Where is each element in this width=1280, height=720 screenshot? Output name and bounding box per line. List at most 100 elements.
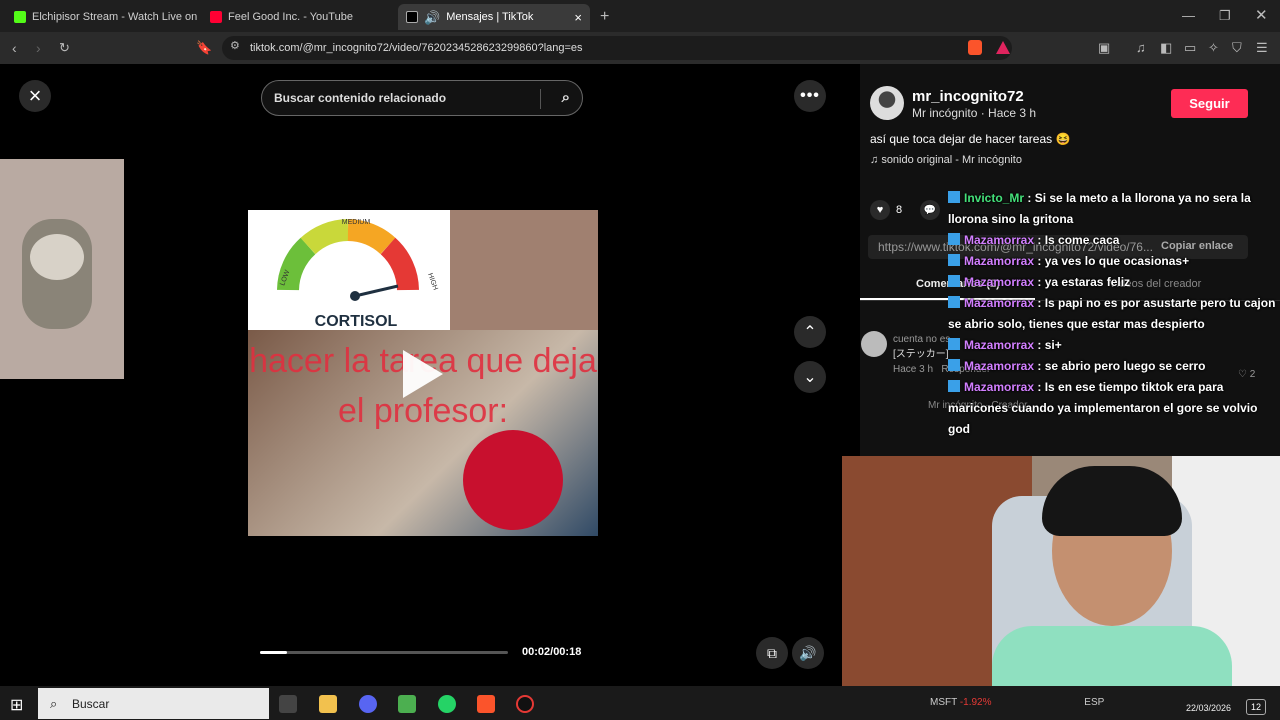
back-icon[interactable]: ‹ xyxy=(12,41,17,55)
address-bar[interactable]: ⚙ tiktok.com/@mr_incognito72/video/76202… xyxy=(222,36,1012,60)
bookmark-icon[interactable]: 🔖 xyxy=(196,41,212,54)
kick-favicon-icon xyxy=(14,11,26,23)
chat-message: Mazamorrax : ya ves lo que ocasionas+ xyxy=(948,251,1280,272)
chat-user: Mazamorrax xyxy=(964,359,1035,373)
commenter-avatar[interactable] xyxy=(861,331,887,357)
tiktok-favicon-icon xyxy=(406,11,418,23)
url-text: tiktok.com/@mr_incognito72/video/7620234… xyxy=(250,42,583,54)
music-note-icon: ♫ xyxy=(870,154,882,166)
chat-badge-icon xyxy=(948,191,960,203)
cortisol-gauge-image: CORTISOL MEDIUM LOW HIGH xyxy=(248,210,450,330)
like-count: 8 xyxy=(896,204,903,216)
mm-character xyxy=(463,430,563,530)
chat-user: Mazamorrax xyxy=(964,254,1035,268)
search-placeholder: Buscar contenido relacionado xyxy=(274,91,447,105)
progress-bar[interactable] xyxy=(260,651,508,654)
chat-badge-icon xyxy=(948,296,960,308)
media-icon[interactable]: ♫ xyxy=(1136,41,1146,54)
webcam-hair xyxy=(1042,466,1182,536)
wallet-icon[interactable]: ▭ xyxy=(1184,41,1196,54)
stock-change: -1.92% xyxy=(959,697,992,708)
chat-message: Mazamorrax : se abrio pero luego se cerr… xyxy=(948,356,1280,377)
obs-icon[interactable] xyxy=(516,695,534,713)
tab-tiktok[interactable]: 🔊 Mensajes | TikTok × xyxy=(398,4,590,30)
chat-user: Mazamorrax xyxy=(964,296,1035,310)
close-tab-icon[interactable]: × xyxy=(574,10,582,25)
close-window-button[interactable]: ✕ xyxy=(1255,8,1268,23)
chat-message: Mazamorrax : ya estaras feliz xyxy=(948,272,1280,293)
site-info-icon[interactable]: ⚙ xyxy=(230,41,240,52)
related-search-input[interactable]: Buscar contenido relacionado ⌕ xyxy=(261,80,583,116)
chat-user: Invicto_Mr xyxy=(964,191,1025,205)
chat-user: Mazamorrax xyxy=(964,233,1035,247)
vpn-icon[interactable]: ⛉ xyxy=(1232,41,1242,54)
chat-text: : ya estaras feliz xyxy=(1037,275,1131,289)
tab-label: Feel Good Inc. - YouTube xyxy=(228,11,353,23)
whatsapp-icon[interactable] xyxy=(438,695,456,713)
taskbar-search-label: Buscar xyxy=(72,696,110,711)
next-video-button[interactable]: ⌄ xyxy=(794,361,826,393)
system-tray[interactable]: MSFT -1.92% ESP xyxy=(930,697,1104,708)
avatar[interactable] xyxy=(870,86,904,120)
gauge-icon: CORTISOL MEDIUM LOW HIGH xyxy=(277,219,439,330)
tab-kick[interactable]: Elchipisor Stream - Watch Live on Kic xyxy=(6,4,198,30)
tab-youtube[interactable]: Feel Good Inc. - YouTube xyxy=(202,4,394,30)
extensions-icon[interactable]: ▣ xyxy=(1098,41,1110,54)
play-icon[interactable] xyxy=(403,350,443,398)
more-options-button[interactable]: ••• xyxy=(794,80,826,112)
progress-fill xyxy=(260,651,288,654)
chat-text: : ya ves lo que ocasionas+ xyxy=(1037,254,1190,268)
minecraft-icon[interactable] xyxy=(398,695,416,713)
chat-text: : si+ xyxy=(1037,338,1062,352)
volume-button[interactable]: 🔊 xyxy=(792,637,824,669)
chat-badge-icon xyxy=(948,359,960,371)
taskbar-search[interactable]: ⌕ Buscar xyxy=(38,688,269,719)
reload-icon[interactable]: ↻ xyxy=(59,41,70,54)
comment-icon[interactable]: 💬 xyxy=(920,200,941,220)
sidebar-icon[interactable]: ◧ xyxy=(1160,41,1172,54)
windows-start-icon[interactable]: ⊞ xyxy=(10,695,23,715)
sound-label: sonido original - Mr incógnito xyxy=(881,154,1022,166)
stream-chat-overlay: Invicto_Mr : Si se la meto a la llorona … xyxy=(948,188,1280,456)
chat-badge-icon xyxy=(948,275,960,287)
close-video-button[interactable]: × xyxy=(19,80,51,112)
like-button[interactable]: ♥ 8 💬 xyxy=(870,200,941,220)
forward-icon[interactable]: › xyxy=(36,41,41,55)
leo-icon[interactable]: ✧ xyxy=(1208,41,1219,54)
youtube-favicon-icon xyxy=(210,11,222,23)
brave-rewards-icon[interactable] xyxy=(996,41,1010,54)
discord-icon[interactable] xyxy=(359,695,377,713)
file-explorer-icon[interactable] xyxy=(319,695,337,713)
chat-badge-icon xyxy=(948,254,960,266)
chat-text: : Is come caca xyxy=(1037,233,1120,247)
author-username[interactable]: mr_incognito72 xyxy=(912,88,1024,105)
video-player[interactable]: CORTISOL MEDIUM LOW HIGH hacer la tarea … xyxy=(248,210,598,536)
chat-badge-icon xyxy=(948,338,960,350)
heart-icon: ♥ xyxy=(870,200,890,220)
previous-video-button[interactable]: ⌃ xyxy=(794,316,826,348)
author-subtitle: Mr incógnito · Hace 3 h xyxy=(912,106,1037,120)
brave-icon[interactable] xyxy=(477,695,495,713)
new-tab-button[interactable]: + xyxy=(600,9,609,25)
tab-label: Elchipisor Stream - Watch Live on Kic xyxy=(32,11,198,23)
floating-player-button[interactable]: ⧉ xyxy=(756,637,788,669)
notifications-icon[interactable]: 12 xyxy=(1246,699,1266,715)
language-indicator[interactable]: ESP xyxy=(1084,697,1104,708)
menu-icon[interactable]: ☰ xyxy=(1256,41,1268,54)
chat-text: : se abrio pero luego se cerro xyxy=(1037,359,1206,373)
maximize-button[interactable]: ❐ xyxy=(1219,9,1231,22)
chat-user: Mazamorrax xyxy=(964,380,1035,394)
search-divider xyxy=(540,89,541,109)
tab-label: Mensajes | TikTok xyxy=(446,11,534,23)
svg-text:CORTISOL: CORTISOL xyxy=(315,313,398,330)
chat-message: Mazamorrax : Is come caca xyxy=(948,230,1280,251)
clock-date[interactable]: 22/03/2026 xyxy=(1186,703,1231,713)
search-icon[interactable]: ⌕ xyxy=(562,89,570,106)
chat-message: Invicto_Mr : Si se la meto a la llorona … xyxy=(948,188,1280,230)
follow-button[interactable]: Seguir xyxy=(1171,89,1248,118)
minimize-button[interactable]: — xyxy=(1182,9,1195,22)
cat-face xyxy=(30,234,84,280)
brave-shields-icon[interactable] xyxy=(968,40,982,55)
task-view-icon[interactable] xyxy=(279,695,297,713)
sound-link[interactable]: ♫ sonido original - Mr incógnito xyxy=(870,154,1022,166)
